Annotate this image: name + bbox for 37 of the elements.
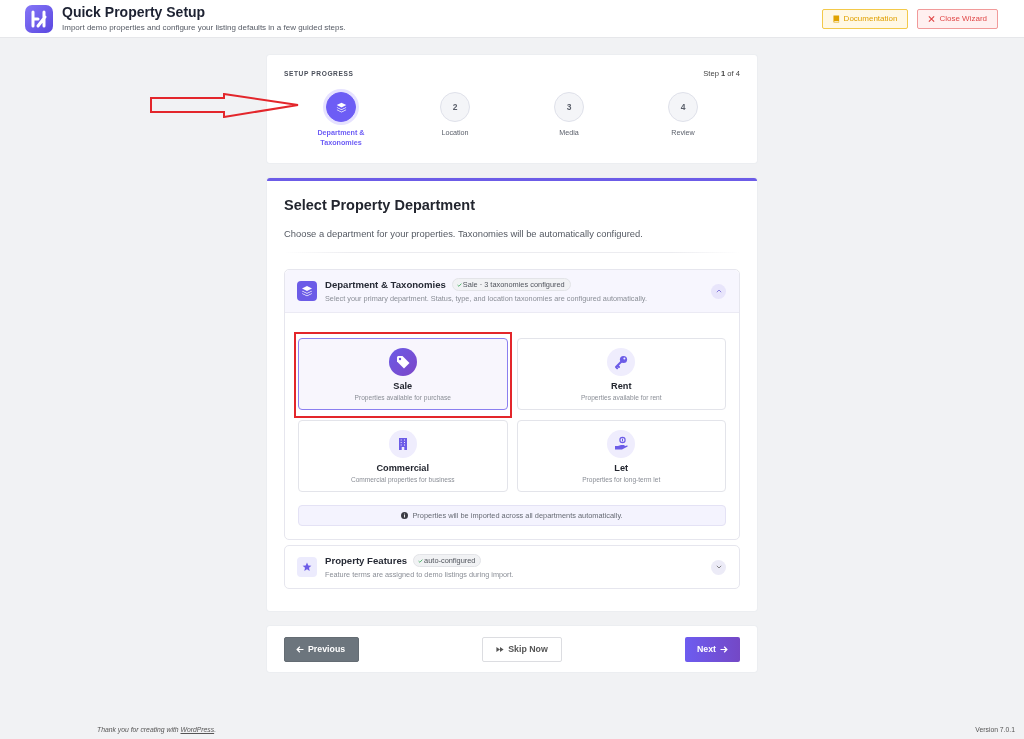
layers-icon bbox=[335, 101, 347, 113]
page-subtitle: Import demo properties and configure your listing defaults in a few guided steps. bbox=[62, 23, 346, 33]
previous-button[interactable]: Previous bbox=[284, 636, 360, 662]
option-title: Let bbox=[614, 462, 629, 474]
arrow-left-icon bbox=[296, 645, 304, 653]
key-icon bbox=[607, 348, 636, 376]
tag-icon bbox=[388, 348, 417, 376]
layers-icon bbox=[297, 281, 317, 301]
close-icon bbox=[928, 14, 936, 23]
arrow-right-icon bbox=[720, 645, 728, 653]
option-title: Commercial bbox=[376, 462, 430, 474]
option-title: Sale bbox=[393, 380, 413, 392]
hand-coin-icon bbox=[607, 430, 636, 458]
chevron-up-icon bbox=[715, 289, 722, 293]
page-title: Quick Property Setup bbox=[62, 4, 207, 20]
fast-forward-icon bbox=[496, 645, 505, 653]
chevron-down-icon bbox=[715, 565, 722, 569]
step-circle[interactable]: 3 bbox=[554, 92, 584, 122]
toggle-button[interactable] bbox=[711, 283, 726, 299]
logo-icon bbox=[25, 4, 53, 33]
step-circle[interactable]: 2 bbox=[440, 92, 470, 122]
section-description: Choose a department for your properties. Taxonomies will be automatically configured. bbox=[284, 228, 644, 240]
book-icon bbox=[832, 14, 840, 23]
check-icon bbox=[456, 282, 462, 287]
check-icon bbox=[418, 558, 424, 563]
accordion-title: Property Features bbox=[325, 555, 408, 566]
toggle-button[interactable] bbox=[711, 559, 726, 575]
option-title: Rent bbox=[611, 380, 632, 392]
section-title: Select Property Department bbox=[284, 196, 476, 215]
step-circle[interactable]: 4 bbox=[668, 92, 698, 122]
accordion-title: Department & Taxonomies bbox=[325, 279, 446, 290]
next-button[interactable]: Next bbox=[684, 636, 740, 662]
info-icon bbox=[401, 512, 409, 519]
skip-now-button[interactable]: Skip Now bbox=[482, 636, 562, 662]
close-wizard-button[interactable]: Close Wizard bbox=[917, 8, 998, 29]
step-circle[interactable] bbox=[326, 92, 356, 122]
building-icon bbox=[388, 430, 417, 458]
